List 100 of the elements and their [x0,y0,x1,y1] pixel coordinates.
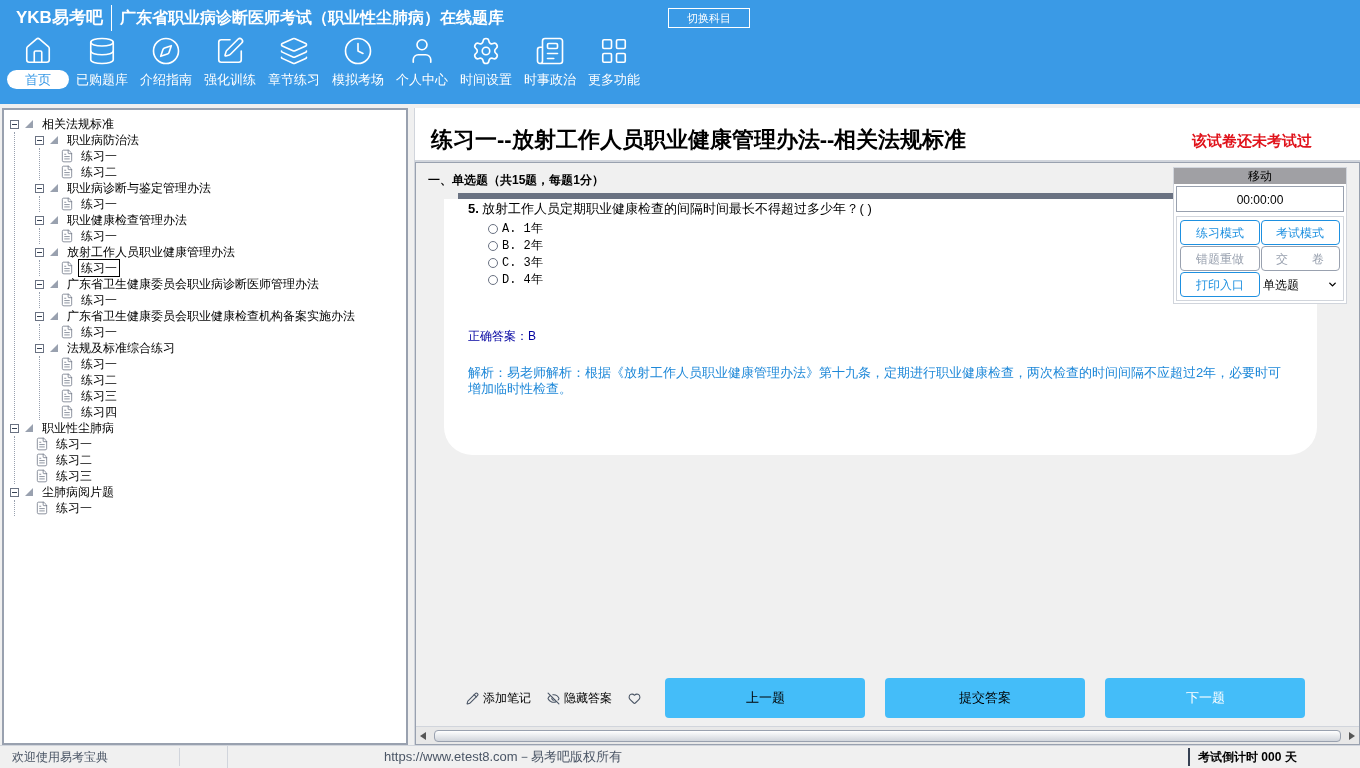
document-icon [60,373,74,387]
explanation-text: 解析：易老师解析：根据《放射工作人员职业健康管理办法》第十九条，定期进行职业健康检查，两次检查的时间间隔不应超过2年，必要时可增加临时性检查。 [468,364,1283,397]
collapse-toggle-icon[interactable] [35,311,44,321]
countdown-text: 考试倒计时 000 天 [1188,748,1360,766]
document-icon [60,293,74,307]
app-title: 广东省职业病诊断医师考试（职业性尘肺病）在线题库 [119,8,505,28]
home-icon[interactable] [23,36,53,66]
question-text: 5. 放射工作人员定期职业健康检查的间隔时间最长不得超过多少年？( ) [468,200,872,218]
panel-button[interactable]: 练习模式 [1180,220,1260,245]
layers-icon[interactable] [279,36,309,66]
collapse-toggle-icon[interactable] [35,183,44,193]
triangle-icon [25,120,33,128]
tree-item[interactable]: 练习四 [78,403,120,421]
tree-item[interactable]: 练习一 [78,195,120,213]
tree-item[interactable]: 练习一 [78,291,120,309]
horizontal-scrollbar[interactable] [416,726,1359,744]
tree-item[interactable]: 练习一 [78,259,120,277]
option-label: C. 3年 [502,255,543,272]
panel-button[interactable]: 考试模式 [1260,220,1340,245]
tree-item[interactable]: 练习一 [78,227,120,245]
document-icon [35,437,49,451]
tree-item[interactable]: 练习二 [78,163,120,181]
collapse-toggle-icon[interactable] [35,279,44,289]
tree-item[interactable]: 广东省卫生健康委员会职业健康检查机构备案实施办法 [64,307,358,325]
document-icon [35,453,49,467]
tree-item[interactable]: 练习三 [78,387,120,405]
action-button[interactable]: 提交答案 [885,678,1085,718]
collapse-toggle-icon[interactable] [10,487,19,497]
compass-icon[interactable] [151,36,181,66]
triangle-icon [50,216,58,224]
tree-item[interactable]: 练习一 [53,499,95,517]
collapse-toggle-icon[interactable] [10,423,19,433]
dropdown-icon [1327,279,1338,290]
collapse-toggle-icon[interactable] [35,343,44,353]
newspaper-icon[interactable] [535,36,565,66]
timer: 00:00:00 [1176,186,1344,212]
document-icon [60,389,74,403]
tree-item[interactable]: 广东省卫生健康委员会职业病诊断医师管理办法 [64,275,322,293]
option-label: B. 2年 [502,238,543,255]
triangle-icon [50,280,58,288]
tree-item[interactable]: 尘肺病阅片题 [39,483,117,501]
triangle-icon [50,312,58,320]
settings-icon[interactable] [471,36,501,66]
triangle-icon [25,488,33,496]
option-label: D. 4年 [502,272,543,289]
triangle-icon [50,344,58,352]
tree-item[interactable]: 职业健康检查管理办法 [64,211,190,229]
edit-icon[interactable] [215,36,245,66]
question-type-select[interactable]: 单选题 [1260,272,1340,297]
tree-item[interactable]: 练习一 [78,147,120,165]
heart-icon[interactable] [628,691,641,705]
tree-item[interactable]: 练习二 [53,451,95,469]
tree-item[interactable]: 法规及标准综合练习 [64,339,178,357]
tree-item[interactable]: 练习二 [78,371,120,389]
eye-off-icon [547,691,560,705]
triangle-icon [50,184,58,192]
grid-icon[interactable] [599,36,629,66]
database-icon[interactable] [87,36,117,66]
panel-button[interactable]: 打印入口 [1180,272,1260,297]
scroll-right-icon[interactable] [1349,731,1355,740]
tool-link[interactable]: 添加笔记 [466,689,531,707]
radio-button[interactable] [488,258,498,268]
document-icon [60,405,74,419]
radio-button[interactable] [488,275,498,285]
collapse-toggle-icon[interactable] [35,247,44,257]
document-icon [60,149,74,163]
triangle-icon [50,136,58,144]
document-icon [60,261,74,275]
tree-item[interactable]: 相关法规标准 [39,115,117,133]
clock-icon[interactable] [343,36,373,66]
pencil-icon [466,691,479,705]
collapse-toggle-icon[interactable] [35,135,44,145]
welcome-text: 欢迎使用易考宝典 [0,748,180,766]
tree-item[interactable]: 职业性尘肺病 [39,419,117,437]
tree-item[interactable]: 练习一 [78,355,120,373]
logo: YKB易考吧 [8,5,112,31]
document-icon [35,469,49,483]
panel-title: 移动 [1174,168,1346,184]
tool-link[interactable]: 隐藏答案 [547,689,612,707]
tree-item[interactable]: 职业病防治法 [64,131,142,149]
option-label: A. 1年 [502,221,543,238]
paper-title: 练习一--放射工作人员职业健康管理办法--相关法规标准 [431,126,967,154]
document-icon [35,501,49,515]
action-button[interactable]: 上一题 [665,678,865,718]
collapse-toggle-icon[interactable] [10,119,19,129]
triangle-icon [25,424,33,432]
radio-button[interactable] [488,224,498,234]
document-icon [60,229,74,243]
scroll-left-icon[interactable] [420,731,426,740]
triangle-icon [50,248,58,256]
tree-item[interactable]: 职业病诊断与鉴定管理办法 [64,179,214,197]
document-icon [60,165,74,179]
document-icon [60,325,74,339]
tree-item[interactable]: 放射工作人员职业健康管理办法 [64,243,238,261]
tree-item[interactable]: 练习一 [78,323,120,341]
tree-item[interactable]: 练习三 [53,467,95,485]
collapse-toggle-icon[interactable] [35,215,44,225]
tree-item[interactable]: 练习一 [53,435,95,453]
radio-button[interactable] [488,241,498,251]
section-heading: 一、单选题（共15题，每题1分） [428,172,605,189]
